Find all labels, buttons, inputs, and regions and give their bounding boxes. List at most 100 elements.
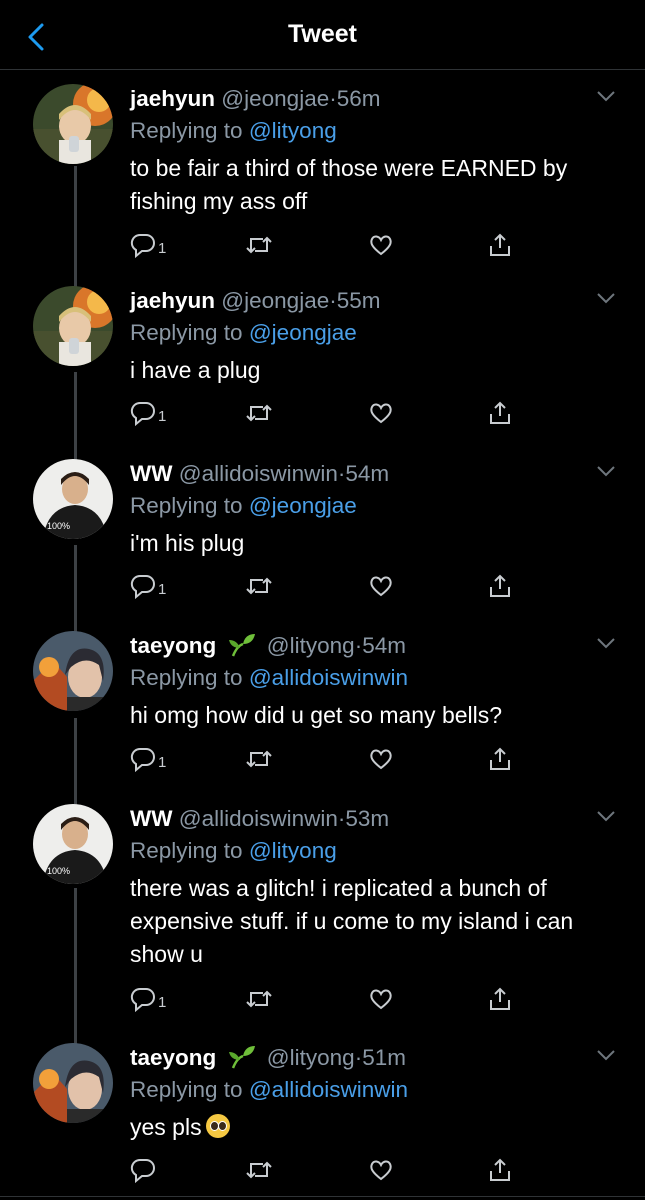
timestamp[interactable]: 51m	[362, 1045, 406, 1070]
tweet-actions: 1	[130, 984, 530, 1018]
like-button[interactable]	[368, 398, 394, 428]
timestamp[interactable]: 53m	[345, 806, 389, 831]
chevron-down-icon[interactable]	[595, 88, 617, 104]
reply-button[interactable]: 1	[130, 984, 166, 1014]
timestamp[interactable]: 54m	[362, 633, 406, 658]
replying-to-link[interactable]: @lityong	[249, 118, 337, 143]
replying-to: Replying to @lityong	[130, 114, 337, 148]
handle[interactable]: @jeongjae	[221, 288, 329, 313]
tweet-header: WW @allidoiswinwin·53m	[130, 804, 585, 834]
chevron-down-icon[interactable]	[595, 635, 617, 651]
retweet-button[interactable]	[245, 398, 273, 428]
share-button[interactable]	[487, 571, 513, 601]
reply-icon	[130, 574, 155, 599]
tweet-text: to be fair a third of those were EARNED …	[130, 155, 568, 214]
share-button[interactable]	[487, 398, 513, 428]
like-button[interactable]	[368, 744, 394, 774]
reply-icon	[130, 747, 155, 772]
svg-text:100%: 100%	[47, 866, 70, 876]
avatar[interactable]: 100%	[33, 459, 113, 539]
tweet-text: i have a plug	[130, 357, 261, 383]
share-icon	[490, 1158, 510, 1181]
reply-icon	[130, 233, 155, 258]
tweet-header: taeyong @lityong·51m	[130, 1043, 585, 1073]
share-button[interactable]	[487, 984, 513, 1014]
avatar-taeyong-icon	[33, 1043, 113, 1123]
reply-icon	[130, 987, 155, 1012]
share-icon	[490, 747, 510, 770]
reply-button[interactable]: 1	[130, 744, 166, 774]
reply-button[interactable]: 1	[130, 571, 166, 601]
replying-to-link[interactable]: @jeongjae	[249, 493, 357, 518]
reply-icon	[130, 1158, 155, 1183]
share-button[interactable]	[487, 1155, 513, 1185]
avatar[interactable]	[33, 631, 113, 711]
handle[interactable]: @jeongjae	[221, 86, 329, 111]
chevron-down-icon[interactable]	[595, 1047, 617, 1063]
tweet[interactable]: jaehyun @jeongjae·56m Replying to @lityo…	[0, 84, 645, 274]
handle[interactable]: @lityong	[267, 1045, 355, 1070]
reply-button[interactable]	[130, 1155, 156, 1185]
retweet-button[interactable]	[245, 571, 273, 601]
tweet-actions: 1	[130, 398, 530, 432]
share-button[interactable]	[487, 744, 513, 774]
avatar[interactable]: 100%	[33, 804, 113, 884]
tweet[interactable]: taeyong @lityong·51m Replying to @allido…	[0, 1043, 645, 1193]
display-name[interactable]: taeyong	[130, 633, 216, 658]
replying-to-link[interactable]: @allidoiswinwin	[249, 1077, 408, 1102]
retweet-button[interactable]	[245, 230, 273, 260]
retweet-button[interactable]	[245, 1155, 273, 1185]
reply-button[interactable]: 1	[130, 230, 166, 260]
like-button[interactable]	[368, 230, 394, 260]
reply-count: 1	[158, 580, 167, 598]
reply-button[interactable]: 1	[130, 398, 166, 428]
seedling-icon	[228, 1046, 255, 1069]
display-name[interactable]: WW	[130, 806, 172, 831]
heart-icon	[370, 235, 392, 256]
replying-to-link[interactable]: @jeongjae	[249, 320, 357, 345]
tweet-text: hi omg how did u get so many bells?	[130, 702, 503, 728]
handle[interactable]: @allidoiswinwin	[179, 806, 338, 831]
timestamp[interactable]: 55m	[337, 288, 381, 313]
handle[interactable]: @lityong	[267, 633, 355, 658]
tweet-text-row: yes pls	[130, 1111, 620, 1144]
tweet-text: there was a glitch! i replicated a bunch…	[130, 875, 574, 967]
reply-icon	[130, 401, 155, 426]
tweet-text: i'm his plug	[130, 530, 245, 556]
replying-to-link[interactable]: @allidoiswinwin	[249, 665, 408, 690]
tweet-header: taeyong @lityong·54m	[130, 631, 585, 661]
timestamp[interactable]: 56m	[337, 86, 381, 111]
display-name[interactable]: taeyong	[130, 1045, 216, 1070]
replying-label: Replying to	[130, 838, 243, 863]
replying-to: Replying to @jeongjae	[130, 489, 357, 523]
avatar[interactable]	[33, 84, 113, 164]
display-name[interactable]: jaehyun	[130, 86, 215, 111]
divider	[0, 1196, 645, 1197]
avatar[interactable]	[33, 1043, 113, 1123]
avatar[interactable]	[33, 286, 113, 366]
heart-icon	[370, 1160, 392, 1181]
display-name[interactable]: jaehyun	[130, 288, 215, 313]
tweet[interactable]: 100% WW @allidoiswinwin·54m Replying to …	[0, 459, 645, 619]
chevron-down-icon[interactable]	[595, 463, 617, 479]
handle[interactable]: @allidoiswinwin	[179, 461, 338, 486]
retweet-icon	[246, 1161, 272, 1179]
replying-to-link[interactable]: @lityong	[249, 838, 337, 863]
like-button[interactable]	[368, 571, 394, 601]
tweet[interactable]: 100% WW @allidoiswinwin·53m Replying to …	[0, 804, 645, 1024]
page-title: Tweet	[288, 20, 357, 48]
share-icon	[490, 987, 510, 1010]
retweet-button[interactable]	[245, 984, 273, 1014]
retweet-button[interactable]	[245, 744, 273, 774]
timestamp[interactable]: 54m	[345, 461, 389, 486]
heart-icon	[370, 576, 392, 597]
share-button[interactable]	[487, 230, 513, 260]
chevron-down-icon[interactable]	[595, 808, 617, 824]
like-button[interactable]	[368, 1155, 394, 1185]
display-name[interactable]: WW	[130, 461, 172, 486]
chevron-down-icon[interactable]	[595, 290, 617, 306]
like-button[interactable]	[368, 984, 394, 1014]
tweet[interactable]: taeyong @lityong·54m Replying to @allido…	[0, 631, 645, 791]
tweet[interactable]: jaehyun @jeongjae·55m Replying to @jeong…	[0, 286, 645, 446]
replying-label: Replying to	[130, 1077, 243, 1102]
